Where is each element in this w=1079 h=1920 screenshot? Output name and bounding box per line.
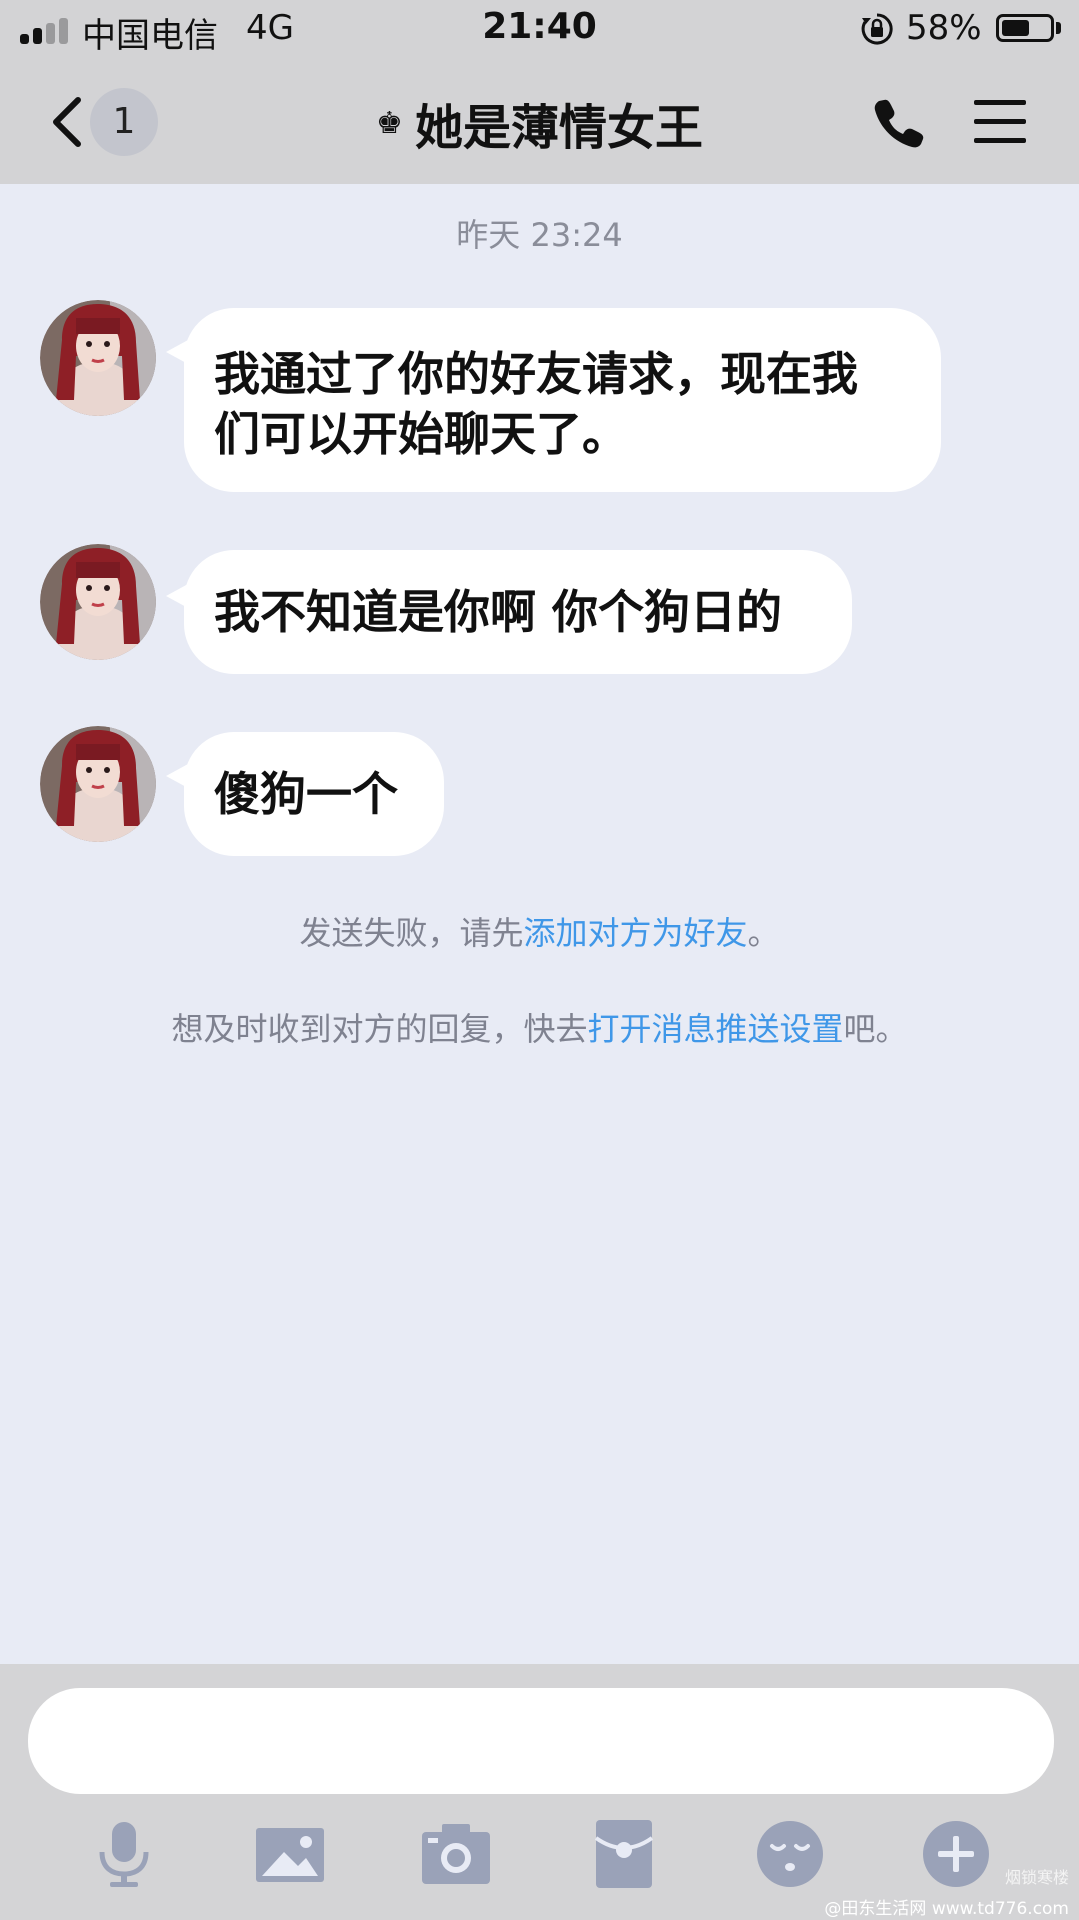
notice-text: 发送失败，请先: [299, 914, 524, 952]
menu-icon[interactable]: [974, 100, 1026, 144]
mic-icon[interactable]: [88, 1818, 160, 1890]
crown-icon: ♚: [376, 105, 403, 141]
message-text: 傻狗一个: [214, 767, 398, 821]
contact-avatar[interactable]: [40, 544, 156, 660]
battery-cap: [1056, 22, 1061, 34]
input-bar: [0, 1664, 1079, 1920]
message-text: 我不知道是你啊 你个狗日的: [214, 585, 783, 639]
phone-call-icon[interactable]: [872, 96, 926, 150]
notice-text: 。: [747, 914, 780, 952]
contact-avatar[interactable]: [40, 300, 156, 416]
red-packet-icon[interactable]: [588, 1818, 660, 1890]
message-bubble[interactable]: 傻狗一个: [184, 732, 444, 856]
chat-header: 1 ♚ 她是薄情女王: [0, 58, 1079, 184]
watermark-url: @田东生活网 www.td776.com: [824, 1899, 1069, 1919]
notice-text: 想及时收到对方的回复，快去: [171, 1010, 588, 1048]
message-text-line: 们可以开始聊天了。: [214, 407, 628, 461]
battery-icon: [996, 14, 1054, 42]
push-settings-notice: 想及时收到对方的回复，快去打开消息推送设置吧。: [0, 1004, 1079, 1050]
message-timestamp: 昨天 23:24: [456, 216, 623, 254]
contact-avatar[interactable]: [40, 726, 156, 842]
push-settings-link[interactable]: 打开消息推送设置: [587, 1010, 843, 1048]
message-bubble[interactable]: 我不知道是你啊 你个狗日的: [184, 550, 852, 674]
emoji-icon[interactable]: [754, 1818, 826, 1890]
message-text-line: 我通过了你的好友请求，现在我: [214, 347, 858, 401]
status-bar: 中国电信 4G 21:40 58%: [0, 0, 1079, 58]
send-failed-notice: 发送失败，请先添加对方为好友。: [0, 908, 1079, 954]
watermark-text: 烟锁寒楼: [1004, 1868, 1069, 1887]
image-icon[interactable]: [254, 1818, 326, 1890]
add-friend-link[interactable]: 添加对方为好友: [523, 914, 747, 952]
message-input[interactable]: [28, 1688, 1054, 1794]
battery-percent: 58%: [906, 8, 982, 48]
notice-text: 吧。: [843, 1010, 908, 1048]
page-title[interactable]: 她是薄情女王: [415, 88, 703, 158]
plus-icon[interactable]: [920, 1818, 992, 1890]
rotation-lock-icon: [861, 13, 893, 45]
message-bubble[interactable]: 我通过了你的好友请求，现在我 们可以开始聊天了。: [184, 308, 941, 492]
camera-icon[interactable]: [420, 1818, 492, 1890]
